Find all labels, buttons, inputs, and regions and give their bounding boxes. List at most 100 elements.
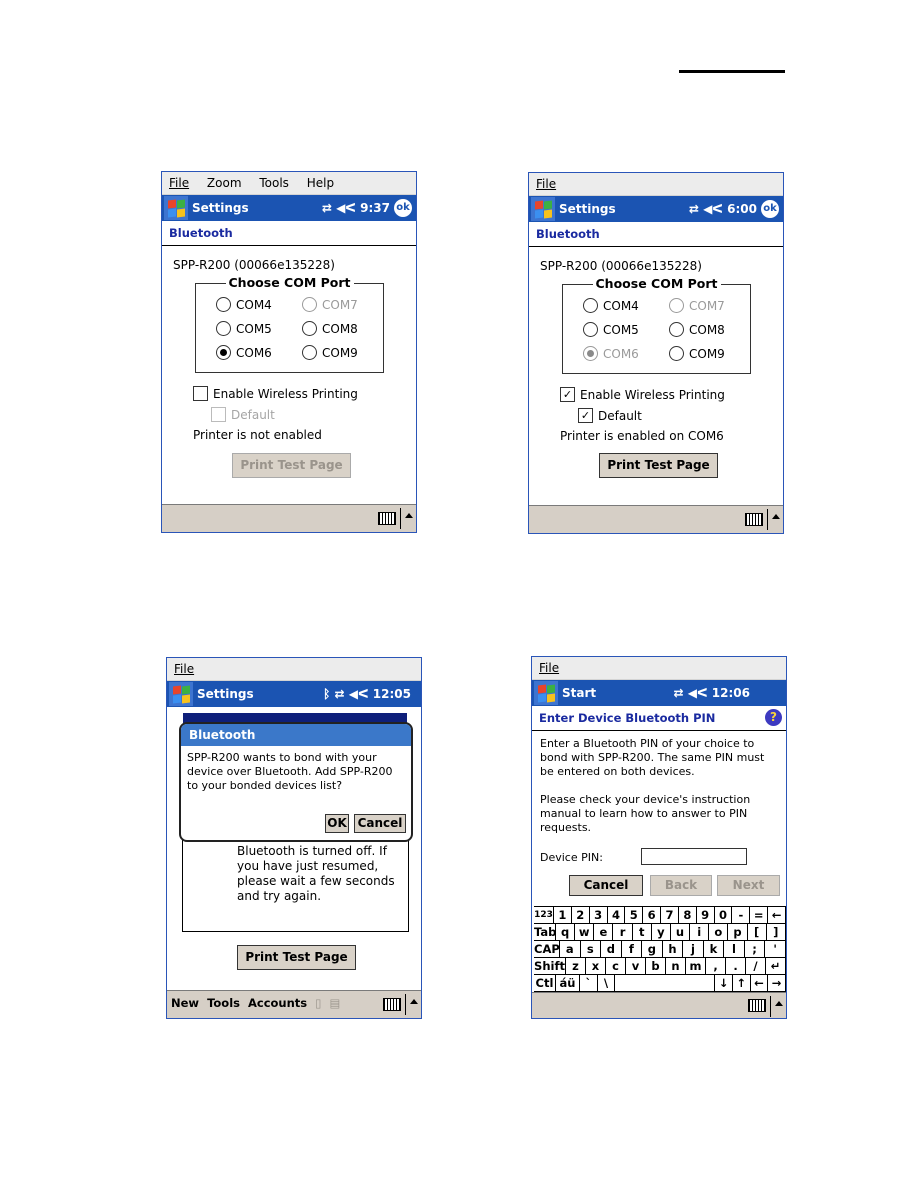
radio-com8[interactable]: COM8 [302,321,358,336]
radio-com9[interactable]: COM9 [302,345,358,360]
bluetooth-icon[interactable]: ᛒ [323,687,330,701]
key[interactable]: o [709,924,729,940]
key[interactable]: 4 [608,907,626,923]
key[interactable]: h [663,941,684,957]
key[interactable]: 9 [697,907,715,923]
menu-file[interactable]: File [539,661,559,675]
keyboard-icon[interactable] [383,998,401,1011]
menu-accounts[interactable]: Accounts [248,996,307,1010]
key[interactable]: l [724,941,745,957]
folder-icon[interactable]: ▤ [330,996,341,1010]
connectivity-icon[interactable]: ⇄ [689,202,699,216]
key[interactable]: 7 [661,907,679,923]
key[interactable]: 1 [554,907,572,923]
key[interactable]: ' [765,941,786,957]
volume-icon[interactable]: ◀ᐸ [688,686,708,700]
next-button[interactable]: Next [717,875,780,896]
radio-com4[interactable]: COM4 [583,298,639,313]
volume-icon[interactable]: ◀ᐸ [703,202,723,216]
ok-button[interactable]: ok [761,200,779,218]
menu-tools[interactable]: Tools [207,996,240,1010]
key[interactable]: ← [751,975,769,991]
key[interactable]: j [683,941,704,957]
key[interactable]: 0 [715,907,733,923]
key[interactable]: ` [580,975,598,991]
key[interactable]: f [622,941,643,957]
radio-com5[interactable]: COM5 [216,321,272,336]
input-panel-arrow-icon[interactable] [775,1001,783,1006]
windows-start-icon[interactable] [169,682,193,706]
ok-button[interactable]: ok [394,199,412,217]
key[interactable]: u [671,924,691,940]
connectivity-icon[interactable]: ⇄ [334,687,344,701]
key[interactable]: d [601,941,622,957]
key[interactable]: b [646,958,666,974]
print-test-page-button[interactable]: Print Test Page [237,945,356,970]
key[interactable]: CAP [534,941,560,957]
key[interactable]: , [706,958,726,974]
key[interactable]: v [626,958,646,974]
key[interactable]: Shift [534,958,566,974]
keyboard-icon[interactable] [748,999,766,1012]
default-checkbox[interactable]: Default [211,407,275,422]
radio-com4[interactable]: COM4 [216,297,272,312]
key[interactable]: w [575,924,595,940]
connectivity-icon[interactable]: ⇄ [322,201,332,215]
input-panel-arrow-icon[interactable] [772,514,780,519]
clock[interactable]: 12:06 [712,686,750,700]
clock[interactable]: 6:00 [727,202,757,216]
key[interactable]: ← [768,907,786,923]
radio-com5[interactable]: COM5 [583,322,639,337]
key[interactable]: [ [748,924,767,940]
key[interactable]: 6 [643,907,662,923]
key[interactable]: y [652,924,671,940]
windows-start-icon[interactable] [531,197,555,221]
key[interactable]: 2 [572,907,590,923]
volume-icon[interactable]: ◀ᐸ [349,687,369,701]
key[interactable]: m [686,958,706,974]
key[interactable]: áü [556,975,580,991]
radio-com7[interactable]: COM7 [302,297,358,312]
key-space[interactable] [615,975,716,991]
send-receive-icon[interactable]: ▯ [315,996,321,1010]
print-test-page-button[interactable]: Print Test Page [232,453,351,478]
key[interactable]: ↑ [733,975,751,991]
default-checkbox[interactable]: ✓ Default [578,408,642,423]
key[interactable]: \ [598,975,616,991]
key[interactable]: t [633,924,652,940]
volume-icon[interactable]: ◀ᐸ [336,201,356,215]
menu-file[interactable]: File [174,662,194,676]
key[interactable]: p [728,924,748,940]
menu-tools[interactable]: Tools [259,176,289,190]
keyboard-icon[interactable] [745,513,763,526]
menu-file[interactable]: File [169,176,189,190]
radio-com6[interactable]: COM6 [216,345,272,360]
connectivity-icon[interactable]: ⇄ [673,686,683,700]
key[interactable]: a [560,941,581,957]
keyboard-icon[interactable] [378,512,396,525]
menu-help[interactable]: Help [307,176,334,190]
key[interactable]: e [594,924,614,940]
back-button[interactable]: Back [650,875,712,896]
clock[interactable]: 9:37 [360,201,390,215]
key[interactable]: Tab [534,924,556,940]
key[interactable]: ↓ [715,975,733,991]
key[interactable]: q [556,924,576,940]
input-panel-arrow-icon[interactable] [405,513,413,518]
key[interactable]: z [566,958,586,974]
key[interactable]: 123 [534,907,554,923]
windows-start-icon[interactable] [534,681,558,705]
key[interactable]: r [613,924,633,940]
popup-cancel-button[interactable]: Cancel [354,814,406,833]
key[interactable]: 5 [625,907,644,923]
clock[interactable]: 12:05 [373,687,411,701]
key[interactable]: ] [767,924,786,940]
menu-file[interactable]: File [536,177,556,191]
key[interactable]: s [581,941,602,957]
key[interactable]: → [768,975,786,991]
windows-start-icon[interactable] [164,196,188,220]
key[interactable]: ↵ [766,958,786,974]
key[interactable]: . [726,958,746,974]
key[interactable]: Ctl [534,975,556,991]
key[interactable]: k [704,941,725,957]
